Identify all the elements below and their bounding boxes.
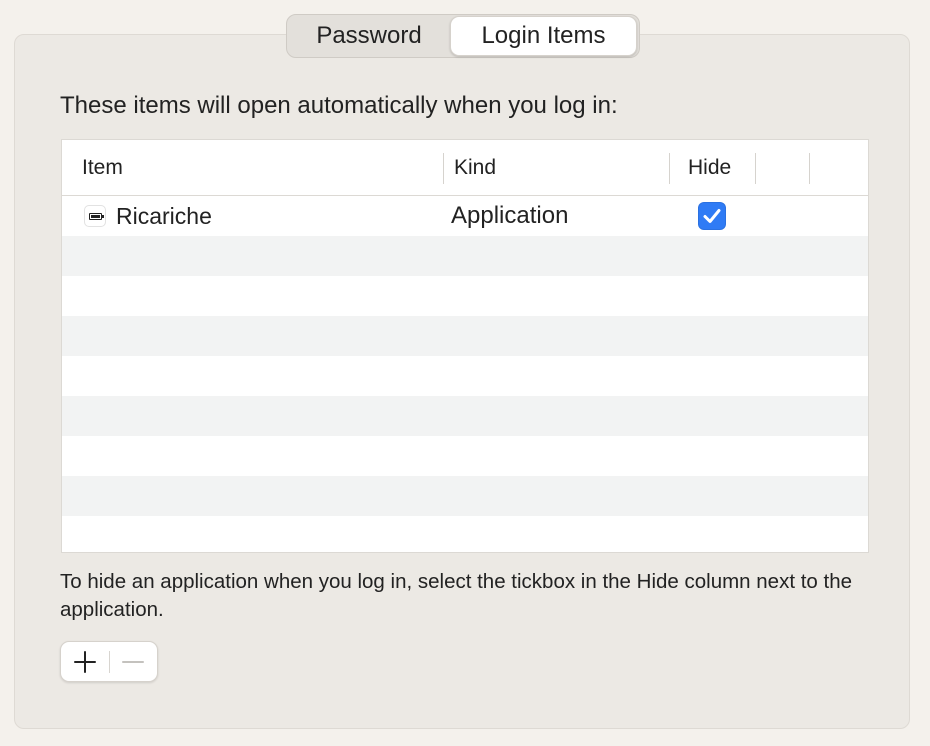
empty-row (62, 236, 868, 276)
column-header-item[interactable]: Item (82, 140, 123, 196)
table-body: Ricariche Application (62, 196, 868, 552)
tab-switcher: Password Login Items (286, 14, 640, 58)
minus-icon (122, 660, 145, 663)
remove-button[interactable] (109, 642, 157, 681)
item-name: Ricariche (116, 202, 212, 229)
plus-icon (73, 650, 96, 673)
hide-checkbox[interactable] (698, 202, 726, 230)
battery-icon (84, 205, 106, 227)
empty-row (62, 356, 868, 396)
empty-row (62, 276, 868, 316)
checkmark-icon (703, 209, 721, 223)
add-remove-control (60, 641, 158, 682)
item-cell: Ricariche (84, 196, 212, 236)
column-divider[interactable] (669, 153, 670, 184)
tab-password[interactable]: Password (288, 16, 450, 56)
tab-login-items[interactable]: Login Items (450, 16, 637, 56)
empty-row (62, 516, 868, 552)
empty-row (62, 316, 868, 356)
intro-text: These items will open automatically when… (60, 92, 618, 119)
login-items-table: Item Kind Hide Ricariche Application (61, 139, 869, 553)
table-header: Item Kind Hide (62, 140, 868, 196)
hide-cell (698, 202, 726, 230)
empty-row (62, 436, 868, 476)
empty-row (62, 396, 868, 436)
column-divider[interactable] (443, 153, 444, 184)
table-row[interactable]: Ricariche Application (62, 196, 868, 236)
column-header-kind[interactable]: Kind (454, 140, 496, 196)
column-divider[interactable] (755, 153, 756, 184)
empty-row (62, 476, 868, 516)
column-divider[interactable] (809, 153, 810, 184)
add-button[interactable] (61, 642, 109, 681)
column-header-hide[interactable]: Hide (688, 140, 731, 196)
kind-cell: Application (451, 202, 569, 229)
help-text: To hide an application when you log in, … (60, 570, 853, 621)
